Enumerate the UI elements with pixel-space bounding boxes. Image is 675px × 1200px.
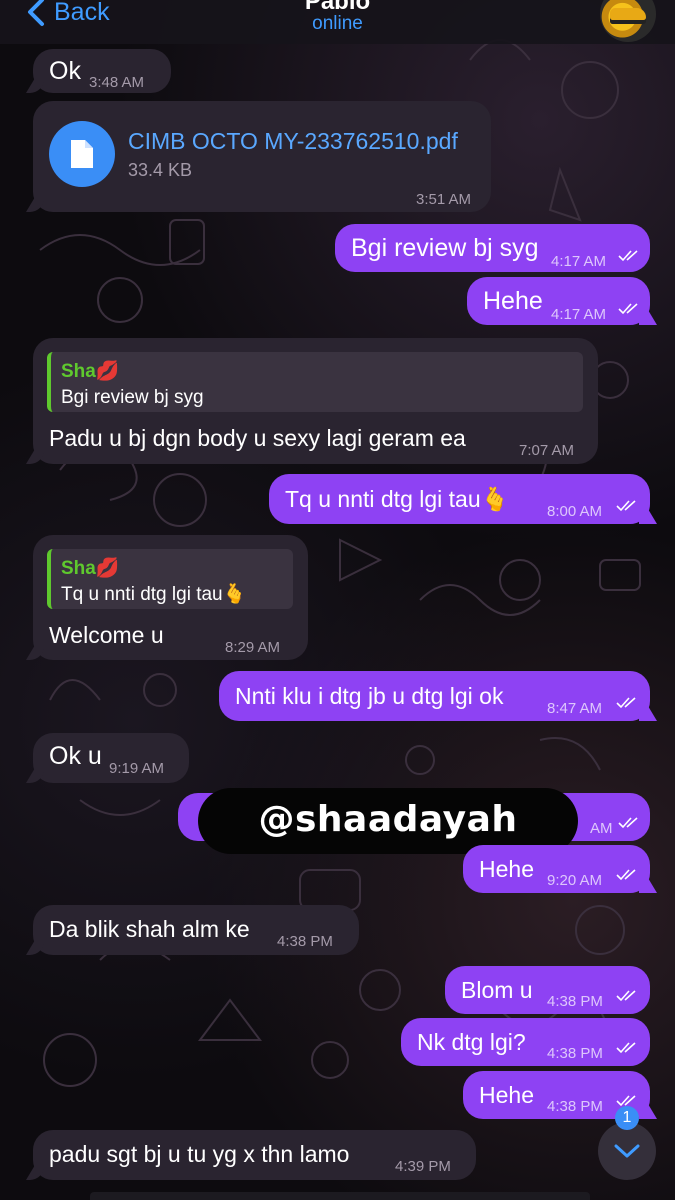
reply-text: Bgi review bj syg (61, 387, 204, 408)
message-text: Ok (49, 57, 81, 85)
message-incoming-reply[interactable]: Sha💋 Bgi review bj syg Padu u bj dgn bod… (33, 338, 598, 464)
message-incoming[interactable]: Ok u 9:19 AM (33, 733, 189, 783)
message-outgoing[interactable]: Hehe 9:20 AM (463, 845, 650, 893)
message-time: 8:47 AM (547, 700, 603, 717)
message-time: 4:38 PM (547, 1098, 603, 1115)
reply-quote[interactable]: Sha💋 Bgi review bj syg (47, 352, 583, 412)
document-icon[interactable] (49, 121, 115, 187)
input-bar-edge (90, 1192, 590, 1200)
message-outgoing[interactable]: Nnti klu i dtg jb u dtg lgi ok 8:47 AM (219, 671, 650, 721)
message-text: Padu u bj dgn body u sexy lagi geram ea (49, 425, 466, 451)
double-check-icon (616, 1042, 636, 1054)
message-text: padu sgt bj u tu yg x thn lamo (49, 1141, 350, 1167)
message-text: Nnti klu i dtg jb u dtg lgi ok (235, 683, 504, 709)
reply-text: Tq u nnti dtg lgi tau🫰 (61, 584, 247, 605)
message-time: 9:20 AM (547, 872, 603, 889)
double-check-icon (616, 697, 636, 709)
message-text: Hehe (479, 856, 534, 882)
double-check-icon (616, 500, 636, 512)
message-outgoing[interactable]: Tq u nnti dtg lgi tau🫰 8:00 AM (269, 474, 650, 524)
reply-quote[interactable]: Sha💋 Tq u nnti dtg lgi tau🫰 (47, 549, 293, 609)
double-check-icon (618, 303, 638, 315)
message-time: 4:38 PM (547, 1045, 603, 1062)
double-check-icon (618, 817, 638, 829)
message-incoming-reply[interactable]: Sha💋 Tq u nnti dtg lgi tau🫰 Welcome u 8:… (33, 535, 308, 660)
message-time: 3:51 AM (416, 191, 472, 208)
message-time: 8:29 AM (225, 639, 281, 656)
message-time: AM (590, 820, 613, 837)
message-time: 4:38 PM (277, 933, 333, 950)
message-outgoing[interactable]: Hehe 4:17 AM (467, 277, 650, 325)
message-incoming[interactable]: Da blik shah alm ke 4:38 PM (33, 905, 359, 955)
double-check-icon (616, 990, 636, 1002)
message-outgoing[interactable]: Blom u 4:38 PM (445, 966, 650, 1014)
message-text: Nk dtg lgi? (417, 1029, 526, 1055)
reply-sender: Sha💋 (61, 558, 120, 579)
message-incoming[interactable]: padu sgt bj u tu yg x thn lamo 4:39 PM (33, 1130, 476, 1180)
message-time: 4:39 PM (395, 1158, 451, 1175)
message-time: 9:19 AM (109, 760, 165, 777)
double-check-icon (618, 250, 638, 262)
message-text: Blom u (461, 977, 533, 1003)
message-text: Hehe (483, 287, 543, 315)
message-text: Bgi review bj syg (351, 234, 539, 262)
message-time: 7:07 AM (519, 442, 575, 459)
chat-header: Back Pablo online (0, 0, 675, 44)
message-text: Ok u (49, 742, 102, 770)
chevron-down-icon (614, 1144, 640, 1158)
message-file[interactable]: CIMB OCTO MY-233762510.pdf 33.4 KB 3:51 … (33, 101, 491, 212)
message-text: Tq u nnti dtg lgi tau🫰 (285, 486, 510, 512)
message-time: 8:00 AM (547, 503, 603, 520)
unread-count-badge: 1 (615, 1106, 639, 1130)
reply-sender: Sha💋 (61, 361, 120, 382)
file-name[interactable]: CIMB OCTO MY-233762510.pdf (128, 127, 458, 155)
contact-status: online (312, 13, 363, 34)
message-text: Hehe (479, 1082, 534, 1108)
scroll-to-bottom-button[interactable] (598, 1122, 656, 1180)
message-time: 4:38 PM (547, 993, 603, 1010)
message-time: 3:48 AM (89, 74, 145, 91)
file-size: 33.4 KB (128, 160, 193, 180)
message-time: 4:17 AM (551, 306, 607, 323)
double-check-icon (616, 869, 636, 881)
message-outgoing[interactable]: Bgi review bj syg 4:17 AM (335, 224, 650, 272)
avatar[interactable] (600, 0, 656, 42)
message-incoming[interactable]: Ok 3:48 AM (33, 49, 171, 93)
message-text: Da blik shah alm ke (49, 916, 250, 942)
message-outgoing[interactable]: Nk dtg lgi? 4:38 PM (401, 1018, 650, 1066)
message-time: 4:17 AM (551, 253, 607, 270)
message-text: Welcome u (49, 622, 164, 648)
